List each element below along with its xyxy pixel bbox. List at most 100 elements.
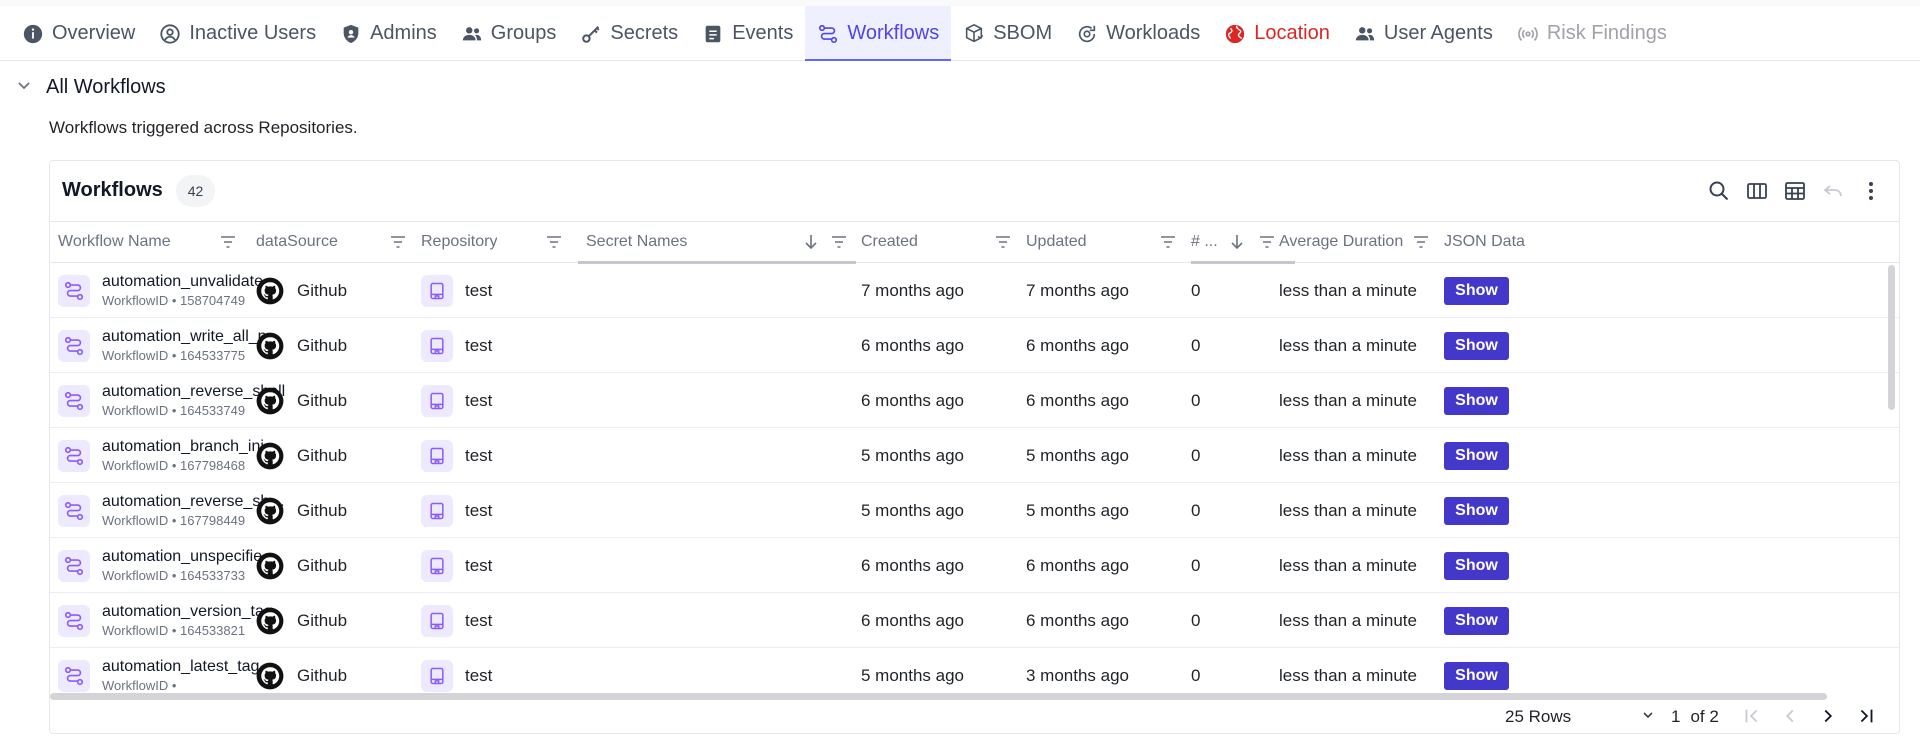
cell-workflow-name: automation_reverse_shell WorkflowID • 164… [58, 373, 286, 428]
next-page-icon[interactable] [1816, 704, 1840, 728]
tab-label: Secrets [610, 22, 679, 44]
vertical-scrollbar[interactable] [1888, 265, 1895, 410]
cell-average-duration: less than a minute [1279, 555, 1417, 575]
cell-json-data: Show [1444, 428, 1509, 483]
column-header-created[interactable]: Created [861, 222, 1021, 262]
repository-name[interactable]: test [465, 281, 492, 301]
tab-overview[interactable]: Overview [10, 6, 147, 61]
tab-groups[interactable]: Groups [449, 6, 569, 61]
cell-created: 5 months ago [861, 500, 965, 520]
tab-label: Location [1254, 22, 1330, 44]
bullet-separator: • [168, 403, 180, 418]
table-row[interactable]: automation_latest_tag_ WorkflowID • Githu… [50, 648, 1899, 695]
filter-icon[interactable] [218, 232, 238, 252]
repository-icon [421, 549, 453, 582]
tab-workflows[interactable]: Workflows [805, 6, 952, 62]
sort-descending-icon[interactable] [1227, 232, 1247, 252]
more-vertical-icon[interactable] [1858, 178, 1884, 204]
show-json-button[interactable]: Show [1444, 276, 1509, 305]
tab-risk-findings[interactable]: Risk Findings [1505, 6, 1679, 61]
columns-icon[interactable] [1744, 178, 1770, 204]
table-row[interactable]: automation_version_tag WorkflowID • 16453… [50, 593, 1899, 648]
repository-name[interactable]: test [465, 501, 492, 521]
cell-repository: test [421, 318, 492, 373]
search-icon[interactable] [1706, 178, 1732, 204]
show-json-button[interactable]: Show [1444, 496, 1509, 525]
bullet-separator: • [168, 513, 180, 528]
cell-runs: 0 [1191, 335, 1201, 355]
filter-icon[interactable] [993, 232, 1013, 252]
column-header-updated[interactable]: Updated [1026, 222, 1186, 262]
show-json-button[interactable]: Show [1444, 386, 1509, 415]
workflow-icon [58, 384, 90, 417]
column-header-data-source[interactable]: dataSource [256, 222, 416, 262]
cell-runs: 0 [1191, 280, 1201, 300]
table-density-icon[interactable] [1782, 178, 1808, 204]
column-header-workflow-name[interactable]: Workflow Name [58, 222, 250, 262]
repository-icon [421, 329, 453, 362]
section-toggle[interactable]: All Workflows [14, 75, 166, 100]
cell-json-data: Show [1444, 318, 1509, 373]
tab-label: Workflows [847, 22, 940, 44]
cell-data-source: Github [256, 648, 347, 695]
repository-name[interactable]: test [465, 336, 492, 356]
repository-name[interactable]: test [465, 556, 492, 576]
rows-per-page-select[interactable]: 25 Rows [1505, 707, 1655, 727]
bullet-separator: • [168, 623, 180, 638]
repository-name[interactable]: test [465, 446, 492, 466]
cell-average-duration: less than a minute [1279, 500, 1417, 520]
repository-name[interactable]: test [465, 666, 492, 686]
show-json-button[interactable]: Show [1444, 551, 1509, 580]
cell-repository: test [421, 373, 492, 428]
data-source-label: Github [297, 665, 348, 685]
table-row[interactable]: automation_unspecified_versionWorkflowID… [50, 538, 1899, 593]
tab-admins[interactable]: Admins [328, 6, 449, 61]
tab-inactive-users[interactable]: Inactive Users [147, 6, 328, 61]
table-row[interactable]: automation_unvalidated_inputWorkflowID •… [50, 263, 1899, 318]
tab-user-agents[interactable]: User Agents [1342, 6, 1505, 61]
cell-updated: 6 months ago [1026, 610, 1130, 630]
sort-descending-icon[interactable] [801, 232, 821, 252]
first-page-icon[interactable] [1740, 704, 1764, 728]
tab-location[interactable]: Location [1212, 6, 1342, 61]
tab-sbom[interactable]: SBOM [951, 6, 1064, 61]
column-header-repository[interactable]: Repository [421, 222, 577, 262]
cell-average-duration: less than a minute [1279, 610, 1417, 630]
table-row[interactable]: automation_reverse_shell_2 WorkflowID • 1… [50, 483, 1899, 538]
column-header-json-data[interactable]: JSON Data [1444, 222, 1564, 262]
filter-icon[interactable] [544, 232, 564, 252]
show-json-button[interactable]: Show [1444, 441, 1509, 470]
column-label: Workflow Name [58, 233, 171, 250]
cell-json-data: Show [1444, 483, 1509, 538]
table-row[interactable]: automation_write_all_permissionsWorkflow… [50, 318, 1899, 373]
tab-secrets[interactable]: Secrets [568, 6, 690, 61]
previous-page-icon[interactable] [1778, 704, 1802, 728]
last-page-icon[interactable] [1854, 704, 1878, 728]
tab-events[interactable]: Events [690, 6, 805, 61]
table-row[interactable]: automation_reverse_shell WorkflowID • 164… [50, 373, 1899, 428]
github-icon [256, 387, 284, 415]
filter-icon[interactable] [1158, 232, 1178, 252]
workflow-id-label: WorkflowID [102, 458, 169, 473]
filter-icon[interactable] [1411, 232, 1431, 252]
column-header-average-duration[interactable]: Average Duration [1279, 222, 1439, 262]
cell-data-source: Github [256, 538, 347, 593]
show-json-button[interactable]: Show [1444, 661, 1509, 690]
cell-json-data: Show [1444, 648, 1509, 695]
cell-json-data: Show [1444, 373, 1509, 428]
show-json-button[interactable]: Show [1444, 606, 1509, 635]
undo-icon[interactable] [1820, 178, 1846, 204]
repository-name[interactable]: test [465, 611, 492, 631]
filter-icon[interactable] [388, 232, 408, 252]
table-row[interactable]: automation_branch_injectionWorkflowID • … [50, 428, 1899, 483]
filter-icon[interactable] [1257, 232, 1277, 252]
column-label: JSON Data [1444, 233, 1525, 250]
document-icon [702, 23, 724, 45]
workflows-table-card: Workflows 42 Workflow Name dataSource Repo… [49, 160, 1900, 734]
tab-workloads[interactable]: Workloads [1064, 6, 1212, 61]
table-body: automation_unvalidated_inputWorkflowID •… [50, 263, 1899, 695]
column-header-secret-names[interactable]: Secret Names [578, 222, 856, 264]
filter-icon[interactable] [829, 232, 849, 252]
repository-name[interactable]: test [465, 391, 492, 411]
show-json-button[interactable]: Show [1444, 331, 1509, 360]
